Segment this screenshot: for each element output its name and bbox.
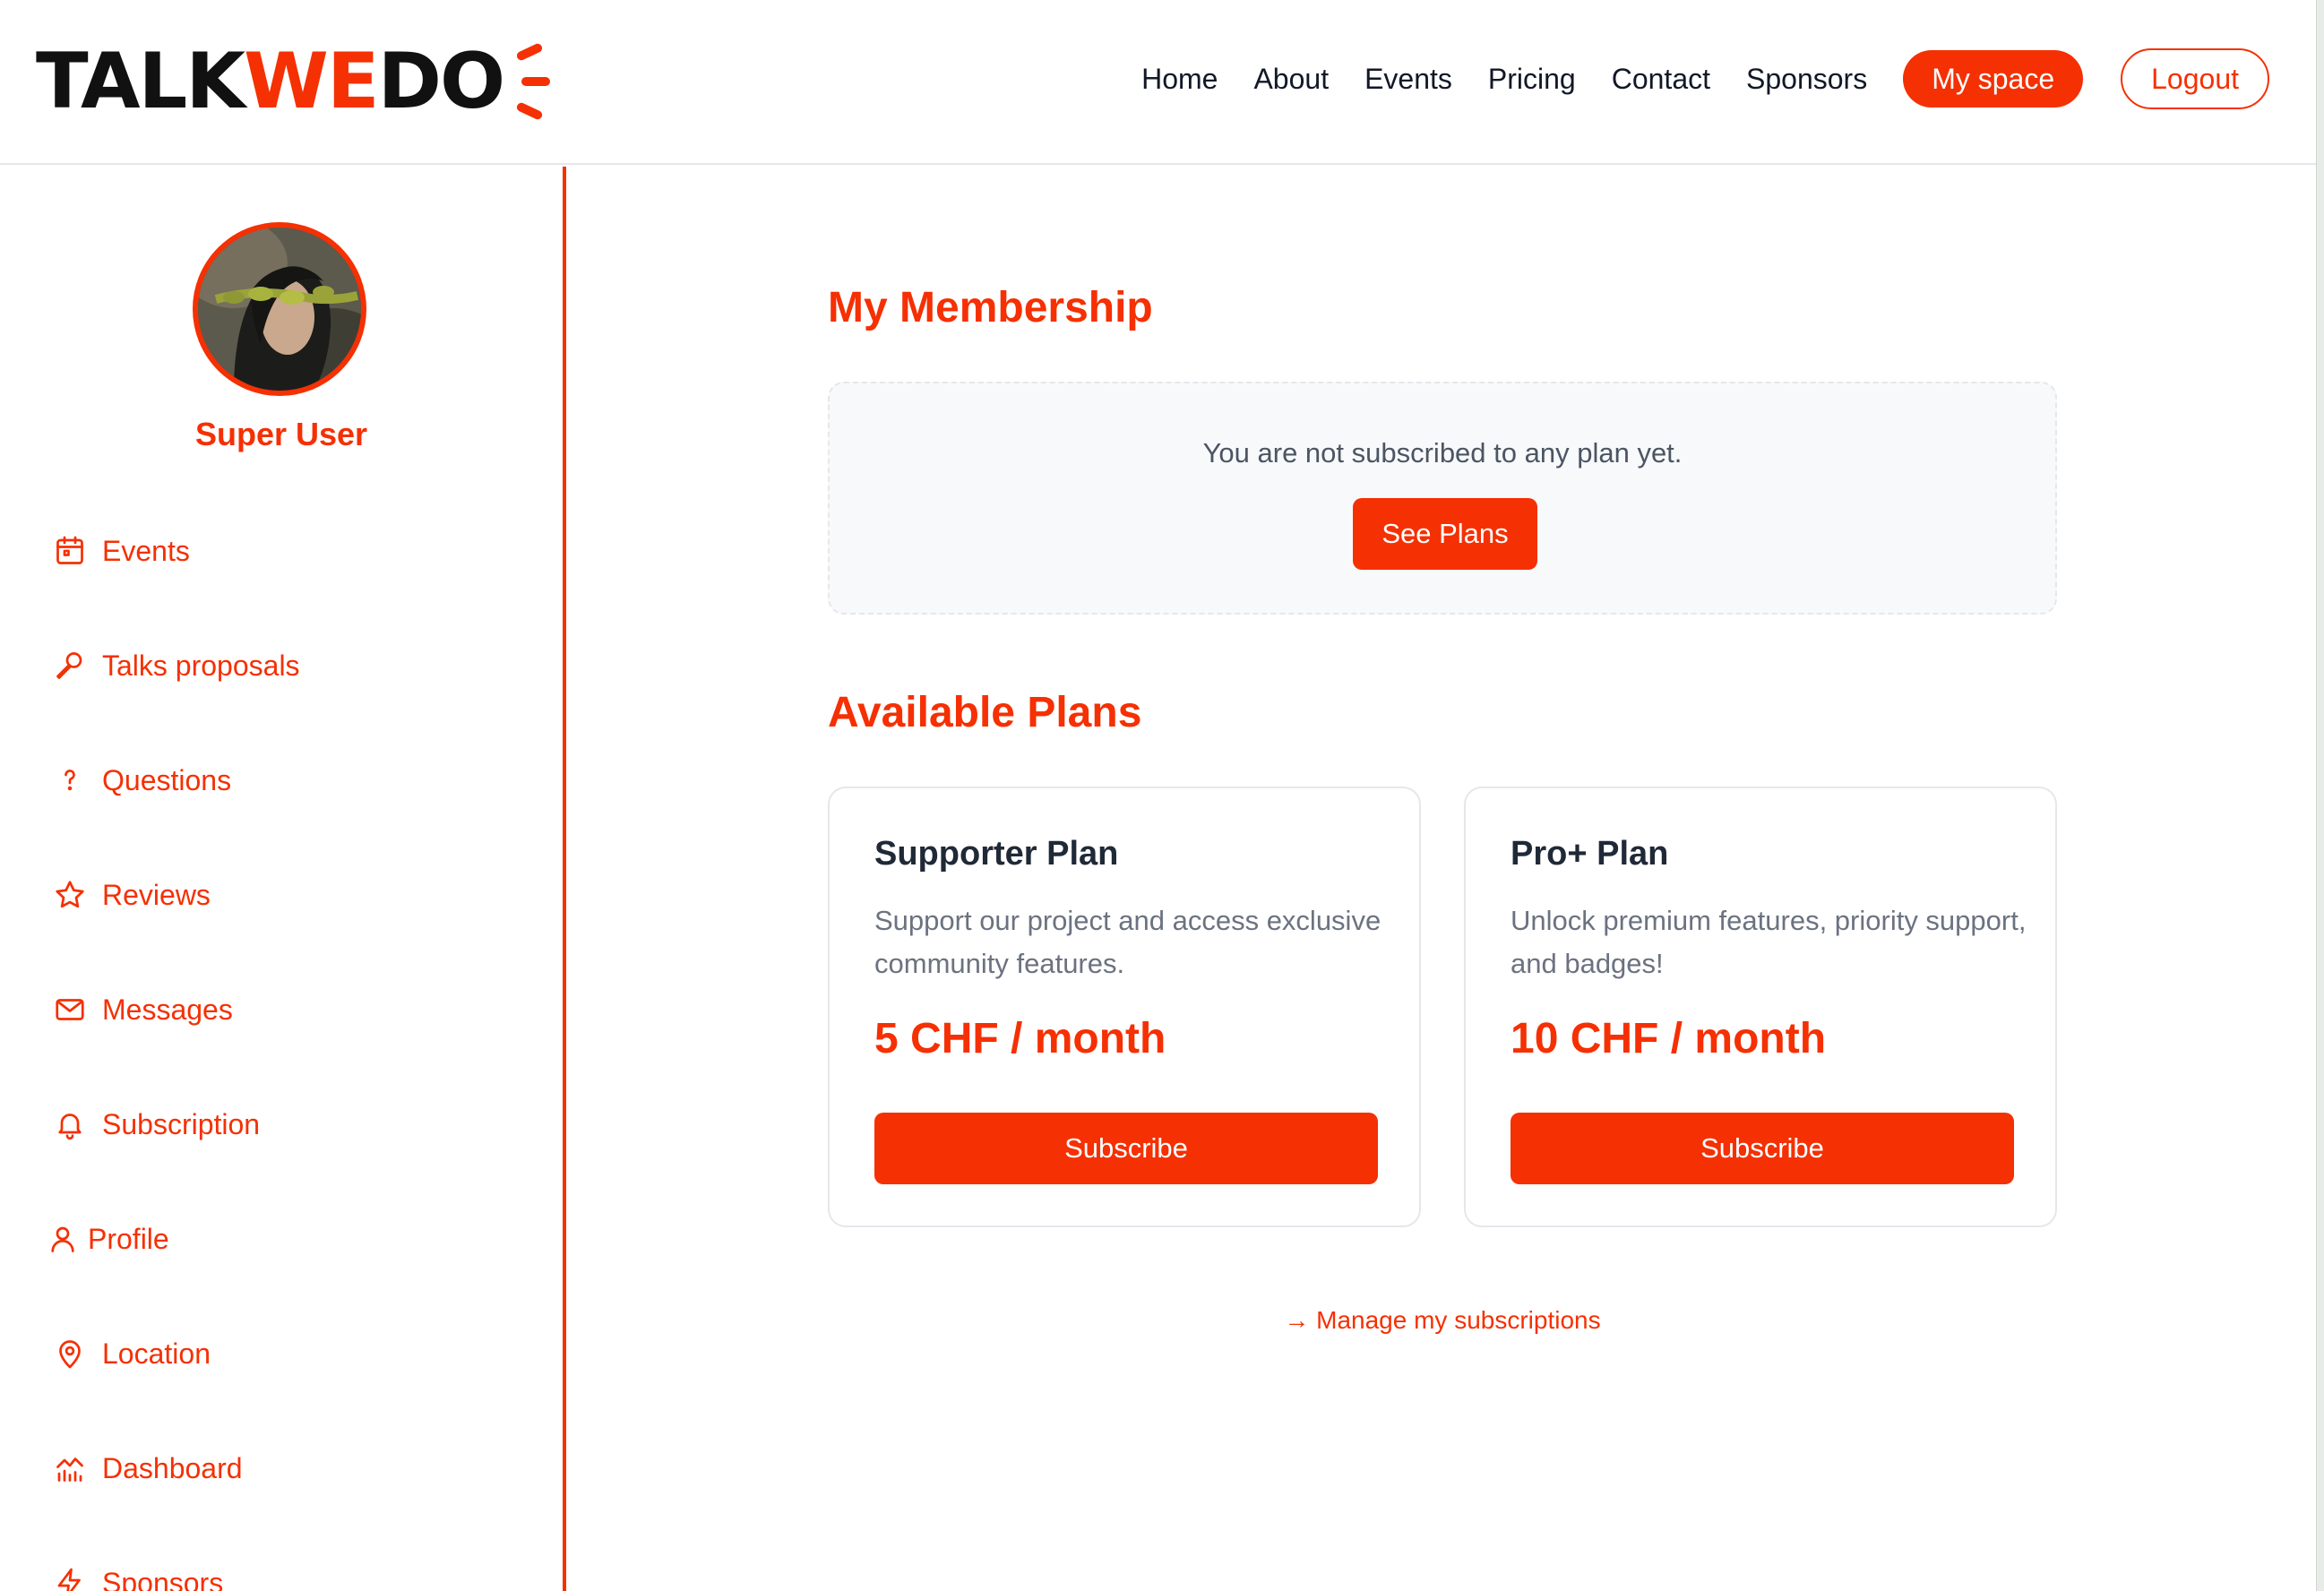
talkwedo-logo[interactable]: TALK WE DO	[36, 32, 552, 131]
sidebar-item-label: Dashboard	[102, 1451, 243, 1484]
membership-title: My Membership	[828, 284, 1153, 331]
sidebar-item-location[interactable]: Location	[52, 1296, 300, 1411]
sidebar-item-label: Events	[102, 534, 190, 567]
nav-events[interactable]: Events	[1364, 63, 1452, 96]
sidebar-item-profile[interactable]: Profile	[45, 1182, 300, 1296]
sidebar-item-events[interactable]: Events	[52, 494, 300, 608]
calendar-icon	[52, 533, 88, 569]
see-plans-button[interactable]: See Plans	[1353, 498, 1537, 570]
chart-icon	[52, 1450, 88, 1486]
sidebar-item-subscription[interactable]: Subscription	[52, 1067, 300, 1182]
sidebar-item-label: Subscription	[102, 1107, 261, 1140]
sidebar-item-label: Talks proposals	[102, 649, 300, 682]
top-header: TALK WE DO Home About Events Pricing Con…	[0, 0, 2316, 165]
sidebar-item-label: Questions	[102, 763, 232, 796]
logo-text-do: DO	[377, 37, 505, 126]
question-icon	[52, 762, 88, 798]
logout-button[interactable]: Logout	[2121, 48, 2269, 109]
sidebar-menu: Events Talks proposals Questions Reviews	[51, 494, 300, 1591]
plan-card-supporter: Supporter Plan Support our project and a…	[828, 787, 1421, 1227]
nav-pricing[interactable]: Pricing	[1488, 63, 1576, 96]
nav-home[interactable]: Home	[1141, 63, 1218, 96]
plan-description: Support our project and access exclusive…	[874, 905, 1381, 979]
plan-price: 5 CHF / month	[874, 1015, 1166, 1062]
sidebar-item-sponsors[interactable]: Sponsors	[52, 1526, 300, 1591]
map-pin-icon	[52, 1336, 88, 1372]
sidebar-item-reviews[interactable]: Reviews	[52, 838, 300, 952]
logo-rays-icon	[511, 40, 552, 123]
plan-price: 10 CHF / month	[1511, 1015, 1827, 1062]
star-icon	[52, 877, 88, 913]
sidebar-item-talks-proposals[interactable]: Talks proposals	[52, 608, 300, 723]
sidebar-item-label: Messages	[102, 993, 233, 1026]
mail-icon	[52, 992, 88, 1028]
sidebar-item-label: Profile	[88, 1222, 169, 1255]
sidebar-item-label: Location	[102, 1337, 211, 1370]
user-name: Super User	[194, 416, 368, 452]
plans-grid: Supporter Plan Support our project and a…	[828, 787, 2057, 1227]
bell-icon	[52, 1106, 88, 1142]
sidebar-item-messages[interactable]: Messages	[52, 952, 300, 1067]
nav-contact[interactable]: Contact	[1612, 63, 1710, 96]
microphone-icon	[52, 648, 88, 684]
sidebar: Super User Events Talks proposals Questi…	[0, 167, 566, 1591]
manage-subscriptions-link[interactable]: → Manage my subscriptions	[828, 1306, 2057, 1335]
sidebar-item-dashboard[interactable]: Dashboard	[52, 1411, 300, 1526]
main-nav: Home About Events Pricing Contact Sponso…	[1141, 48, 2269, 109]
plan-title: Pro+ Plan	[1511, 835, 1669, 873]
plan-card-pro-plus: Pro+ Plan Unlock premium features, prior…	[1464, 787, 2057, 1227]
subscribe-button-supporter[interactable]: Subscribe	[874, 1113, 1378, 1184]
sidebar-item-label: Reviews	[102, 878, 211, 911]
membership-status-box: You are not subscribed to any plan yet. …	[828, 382, 2057, 615]
available-plans-title: Available Plans	[828, 689, 1142, 736]
plan-title: Supporter Plan	[874, 835, 1119, 873]
logo-text-we: WE	[244, 37, 380, 126]
my-space-button[interactable]: My space	[1903, 50, 2084, 108]
user-icon	[45, 1221, 81, 1257]
logo-text-talk: TALK	[36, 37, 245, 126]
nav-about[interactable]: About	[1253, 63, 1329, 96]
membership-status-text: You are not subscribed to any plan yet.	[1202, 437, 1683, 469]
window-scrollbar[interactable]	[2316, 0, 2324, 1591]
sidebar-item-label: Sponsors	[102, 1566, 224, 1591]
nav-sponsors[interactable]: Sponsors	[1746, 63, 1867, 96]
plan-description: Unlock premium features, priority suppor…	[1511, 905, 2027, 979]
avatar[interactable]	[193, 222, 366, 396]
subscribe-button-pro-plus[interactable]: Subscribe	[1511, 1113, 2014, 1184]
sidebar-item-questions[interactable]: Questions	[52, 723, 300, 838]
bolt-icon	[52, 1565, 88, 1591]
page: TALK WE DO Home About Events Pricing Con…	[0, 0, 2324, 1591]
